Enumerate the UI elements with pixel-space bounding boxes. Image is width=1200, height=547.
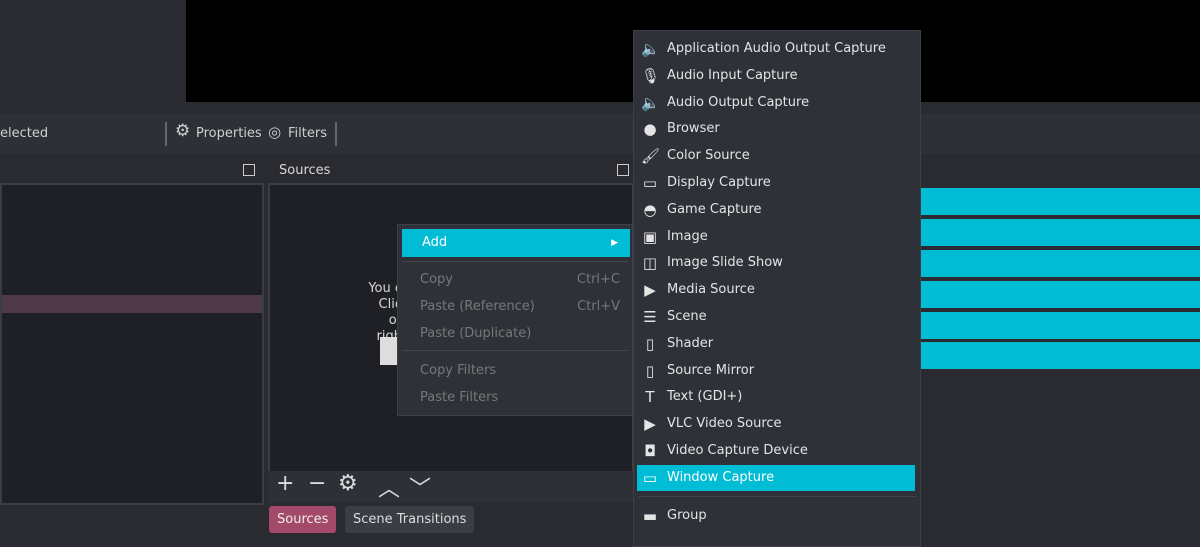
- submenu-item-shader[interactable]: ▯ Shader: [634, 331, 920, 357]
- add-label: Add: [422, 235, 448, 250]
- submenu-item-label: Source Mirror: [667, 362, 755, 378]
- submenu-item-label: Text (GDI+): [667, 389, 743, 405]
- properties-button[interactable]: Properties: [196, 126, 262, 141]
- submenu-item-browser[interactable]: ● Browser: [634, 116, 920, 142]
- submenu-item-media-source[interactable]: ▶ Media Source: [634, 277, 920, 303]
- submenu-item-label: Image Slide Show: [667, 255, 783, 271]
- submenu-item-audio-input-capture[interactable]: 🎙 Audio Input Capture: [634, 63, 920, 89]
- submenu-item-label: Group: [667, 508, 707, 523]
- source-properties-button[interactable]: ⚙: [338, 471, 358, 496]
- gear-icon: ⚙: [175, 121, 191, 141]
- list-icon: ☰: [643, 308, 657, 326]
- submenu-item-label: Audio Input Capture: [667, 67, 798, 83]
- submenu-item-window-capture[interactable]: ▭ Window Capture: [637, 464, 915, 491]
- submenu-item-label: Browser: [667, 121, 720, 137]
- submenu-item-label: Scene: [667, 309, 707, 324]
- divider: [402, 350, 628, 351]
- add-source-submenu: 🔈 Application Audio Output Capture 🎙 Audio …: [633, 30, 921, 547]
- divider: [638, 496, 916, 497]
- undock-icon[interactable]: [243, 164, 255, 176]
- context-menu: Add ▶ Copy Ctrl+C Paste (Reference) Ctrl+V …: [397, 224, 633, 416]
- file-icon: ▯: [645, 361, 655, 380]
- mixer-bar: [915, 342, 1200, 369]
- menu-item-add[interactable]: Add ▶: [402, 229, 630, 257]
- text-icon: T: [645, 388, 655, 407]
- submenu-item-text-gdi[interactable]: T Text (GDI+): [634, 384, 920, 410]
- submenu-item-video-capture-device[interactable]: ◘ Video Capture Device: [634, 438, 920, 464]
- speaker-icon: 🔈: [641, 40, 660, 58]
- image-icon: ▣: [642, 227, 658, 246]
- folder-icon: ▬: [642, 507, 658, 525]
- no-source-selected-label: elected: [0, 126, 49, 141]
- monitor-icon: ▭: [642, 174, 658, 192]
- scene-row-selected[interactable]: [2, 295, 262, 313]
- move-up-button[interactable]: ︿: [378, 471, 400, 503]
- mixer-bar: [915, 281, 1200, 308]
- submenu-item-color-source[interactable]: 🖌 Color Source: [634, 143, 920, 169]
- submenu-item-game-capture[interactable]: ◓ Game Capture: [634, 197, 920, 223]
- source-toolbar: elected ⚙ Properties ◎ Filters: [0, 114, 1200, 154]
- brush-icon: 🖌: [641, 147, 661, 166]
- submenu-item-source-mirror[interactable]: ▯ Source Mirror: [634, 358, 920, 384]
- submenu-item-vlc-video-source[interactable]: ▶ VLC Video Source: [634, 411, 920, 437]
- filters-icon: ◎: [268, 123, 282, 141]
- submenu-item-label: Shader: [667, 335, 714, 351]
- play-icon: ▶: [644, 281, 656, 300]
- tab-sources[interactable]: Sources: [269, 506, 337, 533]
- submenu-item-label: Display Capture: [667, 175, 771, 190]
- submenu-item-audio-output-capture[interactable]: 🔈 Audio Output Capture: [634, 90, 920, 116]
- move-down-button[interactable]: ﹀: [409, 471, 431, 503]
- file-icon: ▯: [645, 334, 655, 353]
- divider: [165, 122, 167, 146]
- image-placeholder-icon: [380, 337, 398, 365]
- submenu-item-image[interactable]: ▣ Image: [634, 224, 920, 250]
- mixer-bar: [915, 312, 1200, 339]
- slideshow-icon: ◫: [642, 254, 658, 273]
- submenu-item-label: Color Source: [667, 148, 750, 164]
- microphone-icon: 🎙: [641, 66, 661, 85]
- submenu-item-label: Video Capture Device: [667, 443, 808, 458]
- submenu-item-label: Image: [667, 228, 708, 244]
- scenes-footer: [0, 505, 264, 540]
- submenu-item-label: Window Capture: [667, 469, 775, 485]
- submenu-item-label: VLC Video Source: [667, 416, 782, 432]
- globe-icon: ●: [643, 120, 657, 139]
- window-icon: ▭: [642, 468, 658, 487]
- sources-controls: + − ⚙ ︿ ﹀: [268, 471, 634, 503]
- submenu-item-label: Game Capture: [667, 201, 762, 217]
- submenu-item-label: Application Audio Output Capture: [667, 41, 886, 56]
- sources-title: Sources: [279, 163, 331, 178]
- scenes-list: [0, 183, 264, 505]
- menu-item-paste-reference[interactable]: Paste (Reference) Ctrl+V: [398, 294, 632, 320]
- submenu-item-image-slide-show[interactable]: ◫ Image Slide Show: [634, 250, 920, 276]
- menu-item-copy[interactable]: Copy Ctrl+C: [398, 267, 632, 293]
- undock-icon[interactable]: [617, 164, 629, 176]
- scenes-dock-header: [0, 157, 264, 183]
- sources-dock-header: Sources: [268, 157, 634, 183]
- menu-item-paste-duplicate[interactable]: Paste (Duplicate): [398, 321, 632, 347]
- divider: [335, 122, 337, 146]
- submenu-item-label: Audio Output Capture: [667, 94, 810, 110]
- submenu-item-display-capture[interactable]: ▭ Display Capture: [634, 170, 920, 196]
- gamepad-icon: ◓: [643, 200, 657, 219]
- menu-item-copy-filters[interactable]: Copy Filters: [398, 358, 632, 384]
- camera-icon: ◘: [644, 442, 656, 460]
- menu-item-paste-filters[interactable]: Paste Filters: [398, 385, 632, 411]
- play-icon: ▶: [644, 415, 656, 434]
- mixer-bar: [915, 219, 1200, 246]
- speaker-icon: 🔈: [641, 93, 660, 112]
- submenu-item-scene[interactable]: ☰ Scene: [634, 304, 920, 330]
- mixer-bar: [915, 250, 1200, 277]
- mixer-bar: [915, 188, 1200, 215]
- submenu-item-application-audio-output-capture[interactable]: 🔈 Application Audio Output Capture: [634, 36, 920, 62]
- divider: [402, 261, 628, 262]
- chevron-right-icon: ▶: [611, 238, 618, 248]
- add-source-button[interactable]: +: [276, 471, 294, 496]
- submenu-item-label: Media Source: [667, 282, 755, 298]
- tab-scene-transitions[interactable]: Scene Transitions: [345, 506, 475, 533]
- submenu-item-group[interactable]: ▬ Group: [634, 503, 920, 529]
- remove-source-button[interactable]: −: [308, 471, 326, 496]
- filters-button[interactable]: Filters: [288, 126, 327, 141]
